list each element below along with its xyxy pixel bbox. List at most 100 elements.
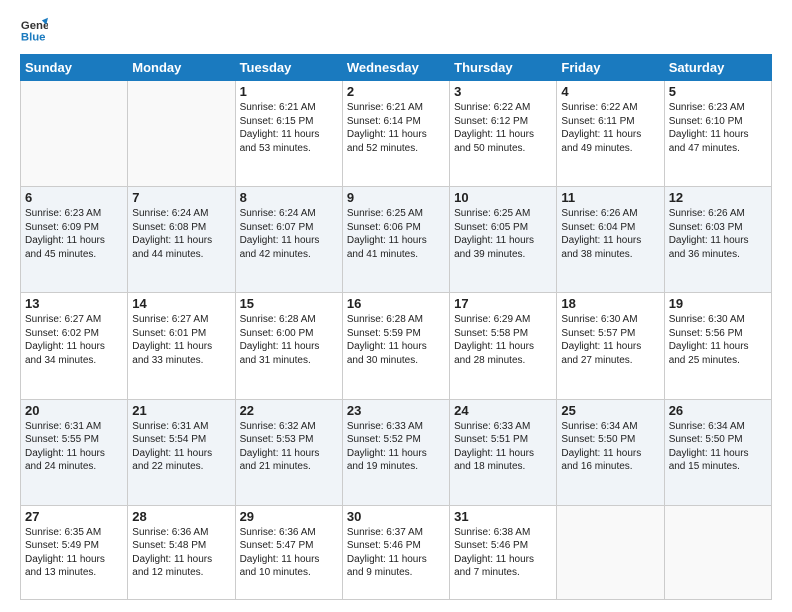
weekday-header: Saturday [664, 55, 771, 81]
weekday-header: Sunday [21, 55, 128, 81]
weekday-header: Tuesday [235, 55, 342, 81]
calendar-cell: 8 Sunrise: 6:24 AM Sunset: 6:07 PM Daylig… [235, 187, 342, 293]
day-number: 1 [240, 84, 338, 99]
day-info: Sunrise: 6:24 AM Sunset: 6:08 PM Dayligh… [132, 207, 230, 261]
logo: General Blue [20, 16, 52, 44]
calendar-cell: 22Sunrise: 6:32 AM Sunset: 5:53 PM Dayli… [235, 399, 342, 505]
day-number: 4 [561, 84, 659, 99]
day-number: 19 [669, 296, 767, 311]
calendar-cell: 10Sunrise: 6:25 AM Sunset: 6:05 PM Dayli… [450, 187, 557, 293]
weekday-header: Wednesday [342, 55, 449, 81]
day-number: 13 [25, 296, 123, 311]
day-number: 9 [347, 190, 445, 205]
weekday-header: Monday [128, 55, 235, 81]
calendar-cell: 3 Sunrise: 6:22 AM Sunset: 6:12 PM Daylig… [450, 81, 557, 187]
calendar-cell: 15 Sunrise: 6:28 AM Sunset: 6:00 PM Dayli… [235, 293, 342, 399]
day-info: Sunrise: 6:31 AM Sunset: 5:54 PM Dayligh… [132, 420, 230, 474]
day-info: Sunrise: 6:23 AM Sunset: 6:09 PM Dayligh… [25, 207, 123, 261]
calendar-cell: 1 Sunrise: 6:21 AM Sunset: 6:15 PM Daylig… [235, 81, 342, 187]
svg-text:Blue: Blue [21, 32, 46, 44]
calendar-cell: 26 Sunrise: 6:34 AM Sunset: 5:50 PM Dayli… [664, 399, 771, 505]
day-number: 28 [132, 509, 230, 524]
day-number: 23 [347, 403, 445, 418]
day-number: 10 [454, 190, 552, 205]
day-number: 16 [347, 296, 445, 311]
day-number: 8 [240, 190, 338, 205]
day-number: 24 [454, 403, 552, 418]
day-info: Sunrise: 6:22 AM Sunset: 6:11 PM Dayligh… [561, 101, 659, 155]
calendar-cell: 2 Sunrise: 6:21 AM Sunset: 6:14 PM Daylig… [342, 81, 449, 187]
day-info: Sunrise: 6:23 AM Sunset: 6:10 PM Dayligh… [669, 101, 767, 155]
header: General Blue [20, 16, 772, 44]
day-info: Sunrise: 6:37 AM Sunset: 5:46 PM Dayligh… [347, 526, 445, 580]
calendar-cell: 20Sunrise: 6:31 AM Sunset: 5:55 PM Dayli… [21, 399, 128, 505]
calendar-cell: 9 Sunrise: 6:25 AM Sunset: 6:06 PM Daylig… [342, 187, 449, 293]
day-info: Sunrise: 6:30 AM Sunset: 5:57 PM Dayligh… [561, 313, 659, 367]
day-info: Sunrise: 6:25 AM Sunset: 6:06 PM Dayligh… [347, 207, 445, 261]
calendar-table: SundayMondayTuesdayWednesdayThursdayFrid… [20, 54, 772, 600]
day-number: 26 [669, 403, 767, 418]
day-number: 31 [454, 509, 552, 524]
day-number: 21 [132, 403, 230, 418]
calendar-cell [21, 81, 128, 187]
day-number: 3 [454, 84, 552, 99]
page: General Blue SundayMondayTuesdayWednesda… [0, 0, 792, 612]
calendar-cell: 16 Sunrise: 6:28 AM Sunset: 5:59 PM Dayli… [342, 293, 449, 399]
day-number: 17 [454, 296, 552, 311]
day-info: Sunrise: 6:26 AM Sunset: 6:04 PM Dayligh… [561, 207, 659, 261]
calendar-cell: 14Sunrise: 6:27 AM Sunset: 6:01 PM Dayli… [128, 293, 235, 399]
day-number: 18 [561, 296, 659, 311]
calendar-cell [557, 505, 664, 599]
day-info: Sunrise: 6:31 AM Sunset: 5:55 PM Dayligh… [25, 420, 123, 474]
day-info: Sunrise: 6:36 AM Sunset: 5:48 PM Dayligh… [132, 526, 230, 580]
day-number: 29 [240, 509, 338, 524]
day-number: 5 [669, 84, 767, 99]
day-number: 12 [669, 190, 767, 205]
day-number: 7 [132, 190, 230, 205]
calendar-cell: 23 Sunrise: 6:33 AM Sunset: 5:52 PM Dayli… [342, 399, 449, 505]
day-info: Sunrise: 6:33 AM Sunset: 5:52 PM Dayligh… [347, 420, 445, 474]
day-info: Sunrise: 6:35 AM Sunset: 5:49 PM Dayligh… [25, 526, 123, 580]
logo-icon: General Blue [20, 16, 48, 44]
day-info: Sunrise: 6:28 AM Sunset: 5:59 PM Dayligh… [347, 313, 445, 367]
day-info: Sunrise: 6:27 AM Sunset: 6:02 PM Dayligh… [25, 313, 123, 367]
day-info: Sunrise: 6:32 AM Sunset: 5:53 PM Dayligh… [240, 420, 338, 474]
calendar-cell: 7 Sunrise: 6:24 AM Sunset: 6:08 PM Daylig… [128, 187, 235, 293]
calendar-cell: 24Sunrise: 6:33 AM Sunset: 5:51 PM Dayli… [450, 399, 557, 505]
day-number: 15 [240, 296, 338, 311]
day-number: 11 [561, 190, 659, 205]
calendar-cell: 25 Sunrise: 6:34 AM Sunset: 5:50 PM Dayli… [557, 399, 664, 505]
day-info: Sunrise: 6:21 AM Sunset: 6:15 PM Dayligh… [240, 101, 338, 155]
day-info: Sunrise: 6:30 AM Sunset: 5:56 PM Dayligh… [669, 313, 767, 367]
weekday-header: Thursday [450, 55, 557, 81]
day-info: Sunrise: 6:36 AM Sunset: 5:47 PM Dayligh… [240, 526, 338, 580]
calendar-cell: 18 Sunrise: 6:30 AM Sunset: 5:57 PM Dayli… [557, 293, 664, 399]
calendar-cell: 13 Sunrise: 6:27 AM Sunset: 6:02 PM Dayli… [21, 293, 128, 399]
day-number: 2 [347, 84, 445, 99]
calendar-cell: 17 Sunrise: 6:29 AM Sunset: 5:58 PM Dayli… [450, 293, 557, 399]
day-info: Sunrise: 6:38 AM Sunset: 5:46 PM Dayligh… [454, 526, 552, 580]
day-number: 25 [561, 403, 659, 418]
weekday-header: Friday [557, 55, 664, 81]
calendar-cell: 5 Sunrise: 6:23 AM Sunset: 6:10 PM Daylig… [664, 81, 771, 187]
calendar-cell: 4 Sunrise: 6:22 AM Sunset: 6:11 PM Daylig… [557, 81, 664, 187]
day-info: Sunrise: 6:34 AM Sunset: 5:50 PM Dayligh… [669, 420, 767, 474]
calendar-cell [128, 81, 235, 187]
day-info: Sunrise: 6:26 AM Sunset: 6:03 PM Dayligh… [669, 207, 767, 261]
day-info: Sunrise: 6:22 AM Sunset: 6:12 PM Dayligh… [454, 101, 552, 155]
day-number: 6 [25, 190, 123, 205]
day-info: Sunrise: 6:28 AM Sunset: 6:00 PM Dayligh… [240, 313, 338, 367]
calendar-cell: 28 Sunrise: 6:36 AM Sunset: 5:48 PM Dayli… [128, 505, 235, 599]
day-info: Sunrise: 6:24 AM Sunset: 6:07 PM Dayligh… [240, 207, 338, 261]
day-info: Sunrise: 6:34 AM Sunset: 5:50 PM Dayligh… [561, 420, 659, 474]
day-info: Sunrise: 6:29 AM Sunset: 5:58 PM Dayligh… [454, 313, 552, 367]
calendar-cell: 27 Sunrise: 6:35 AM Sunset: 5:49 PM Dayli… [21, 505, 128, 599]
calendar-cell: 31 Sunrise: 6:38 AM Sunset: 5:46 PM Dayli… [450, 505, 557, 599]
calendar-cell: 21 Sunrise: 6:31 AM Sunset: 5:54 PM Dayli… [128, 399, 235, 505]
calendar-cell [664, 505, 771, 599]
day-number: 27 [25, 509, 123, 524]
day-info: Sunrise: 6:27 AM Sunset: 6:01 PM Dayligh… [132, 313, 230, 367]
day-number: 30 [347, 509, 445, 524]
calendar-cell: 11 Sunrise: 6:26 AM Sunset: 6:04 PM Dayli… [557, 187, 664, 293]
day-info: Sunrise: 6:21 AM Sunset: 6:14 PM Dayligh… [347, 101, 445, 155]
